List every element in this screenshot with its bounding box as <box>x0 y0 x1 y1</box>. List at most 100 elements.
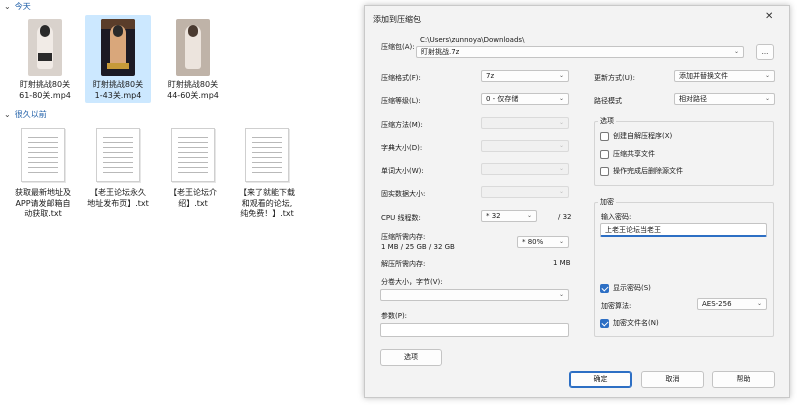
video-thumbnail <box>101 19 135 76</box>
password-input[interactable]: 上老王论坛当老王 <box>600 223 767 237</box>
chevron-down-icon: ⌄ <box>558 238 564 245</box>
threads-value: * 32 <box>486 212 501 220</box>
dict-select[interactable]: ⌄ <box>481 140 569 152</box>
word-label: 单词大小(W): <box>381 167 424 175</box>
chevron-down-icon: ⌄ <box>558 72 564 79</box>
path-select[interactable]: 相对路径 ⌄ <box>674 93 775 105</box>
cancel-button[interactable]: 取消 <box>641 371 704 388</box>
file-name-line2: 61-80关.mp4 <box>19 90 71 100</box>
add-to-archive-dialog: 添加到压缩包 ✕ 压缩包(A): C:\Users\zunnoya\Downlo… <box>364 5 790 398</box>
shared-checkbox[interactable]: 压缩共享文件 <box>600 149 655 159</box>
video-thumbnail <box>28 19 62 76</box>
chevron-down-icon: ⌄ <box>733 48 739 55</box>
path-label: 路径模式 <box>594 97 622 105</box>
enc-method-select[interactable]: AES-256 ⌄ <box>697 298 767 310</box>
encrypt-filenames-label: 加密文件名(N) <box>613 319 659 327</box>
file-name-line2: 绍】.txt <box>178 198 208 208</box>
group-long-ago[interactable]: ⌄ 很久以前 <box>4 109 47 120</box>
file-video-1[interactable]: 盯射挑战80关 61-80关.mp4 <box>12 15 78 103</box>
options-button[interactable]: 选项 <box>380 349 442 366</box>
file-text-1[interactable]: 获取最新地址及 APP请发邮箱自 动获取.txt <box>10 122 76 220</box>
text-file-icon <box>96 128 140 182</box>
file-name-line1: 【老王论坛永久 <box>90 188 146 197</box>
solid-select[interactable]: ⌄ <box>481 186 569 198</box>
delete-checkbox[interactable]: 操作完成后删除源文件 <box>600 166 683 176</box>
threads-select[interactable]: * 32 ⌄ <box>481 210 537 222</box>
encryption-group-title: 加密 <box>598 197 616 207</box>
file-name-line1: 盯射挑战80关 <box>92 80 144 89</box>
file-name-line2: 44-60关.mp4 <box>167 90 219 100</box>
format-select[interactable]: 7z ⌄ <box>481 70 569 82</box>
chevron-down-icon: ⌄ <box>764 95 770 102</box>
method-label: 压缩方法(M): <box>381 121 423 129</box>
encrypt-filenames-checkbox[interactable]: 加密文件名(N) <box>600 318 659 328</box>
text-file-icon <box>171 128 215 182</box>
level-label: 压缩等级(L): <box>381 97 421 105</box>
group-long-ago-label: 很久以前 <box>14 110 47 119</box>
update-label: 更新方式(U): <box>594 74 635 82</box>
ok-button[interactable]: 确定 <box>569 371 632 388</box>
checkbox-icon <box>600 166 609 176</box>
file-text-2[interactable]: 【老王论坛永久 地址发布页】.txt <box>85 122 151 209</box>
show-password-label: 显示密码(S) <box>613 284 651 292</box>
options-group-title: 选项 <box>598 116 616 126</box>
chevron-down-icon: ⌄ <box>764 72 770 79</box>
mem-comp-label: 压缩所需内存: <box>381 233 426 241</box>
path-value: 相对路径 <box>679 95 707 103</box>
params-label: 参数(P): <box>381 312 408 320</box>
update-select[interactable]: 添加并替换文件 ⌄ <box>674 70 775 82</box>
file-name-line2: 和观看的论坛, <box>241 198 293 208</box>
text-file-icon <box>21 128 65 182</box>
file-text-4[interactable]: 【来了就能下载 和观看的论坛, 纯免费！】.txt <box>234 122 300 220</box>
group-today-label: 今天 <box>14 2 31 11</box>
split-label: 分卷大小，字节(V): <box>381 278 443 286</box>
mem-decomp-label: 解压所需内存: <box>381 260 426 268</box>
checkbox-icon <box>600 131 609 141</box>
mem-comp-select[interactable]: * 80% ⌄ <box>517 236 569 248</box>
params-input[interactable] <box>380 323 569 337</box>
group-today[interactable]: ⌄ 今天 <box>4 1 31 12</box>
split-combo[interactable]: ⌄ <box>380 289 569 301</box>
file-video-3[interactable]: 盯射挑战80关 44-60关.mp4 <box>160 15 226 103</box>
file-name-line1: 盯射挑战80关 <box>167 80 219 89</box>
chevron-down-icon: ⌄ <box>558 165 564 172</box>
password-value: 上老王论坛当老王 <box>605 226 661 234</box>
checkbox-checked-icon <box>600 318 609 328</box>
browse-button[interactable]: ... <box>756 44 774 60</box>
update-value: 添加并替换文件 <box>679 72 728 80</box>
archive-path: C:\Users\zunnoya\Downloads\ <box>420 36 525 44</box>
password-label: 输入密码: <box>601 213 632 221</box>
chevron-down-icon: ⌄ <box>4 110 11 119</box>
enc-method-label: 加密算法: <box>601 302 632 310</box>
level-value: 0 - 仅存储 <box>486 95 519 103</box>
format-label: 压缩格式(F): <box>381 74 421 82</box>
file-name-line1: 【老王论坛介 <box>169 188 217 197</box>
archive-name-combo[interactable]: 盯射挑战.7z ⌄ <box>416 46 744 58</box>
close-icon[interactable]: ✕ <box>765 11 773 22</box>
checkbox-icon <box>600 149 609 159</box>
mem-comp-value: * 80% <box>522 238 544 246</box>
show-password-checkbox[interactable]: 显示密码(S) <box>600 283 651 293</box>
file-text-3[interactable]: 【老王论坛介 绍】.txt <box>160 122 226 209</box>
file-name-line2: 地址发布页】.txt <box>87 198 149 208</box>
file-name-line1: 盯射挑战80关 <box>19 80 71 89</box>
sfx-checkbox[interactable]: 创建自解压程序(X) <box>600 131 672 141</box>
dialog-title: 添加到压缩包 <box>373 15 421 24</box>
file-video-2[interactable]: 盯射挑战80关 1-43关.mp4 <box>85 15 151 103</box>
help-button[interactable]: 帮助 <box>712 371 775 388</box>
mem-comp-detail: 1 MB / 25 GB / 32 GB <box>381 243 455 251</box>
file-name-line3: 纯免费！】.txt <box>240 209 294 218</box>
level-select[interactable]: 0 - 仅存储 ⌄ <box>481 93 569 105</box>
archive-name-value: 盯射挑战.7z <box>421 48 460 56</box>
file-name-line2: APP请发邮箱自 <box>15 198 71 208</box>
enc-method-value: AES-256 <box>702 300 732 308</box>
file-name-line1: 【来了就能下载 <box>239 188 295 197</box>
dict-label: 字典大小(D): <box>381 144 423 152</box>
method-select[interactable]: ⌄ <box>481 117 569 129</box>
video-thumbnail <box>176 19 210 76</box>
file-name-line3: 动获取.txt <box>24 209 62 218</box>
checkbox-checked-icon <box>600 283 609 293</box>
format-value: 7z <box>486 72 495 80</box>
sfx-label: 创建自解压程序(X) <box>613 132 673 140</box>
word-select[interactable]: ⌄ <box>481 163 569 175</box>
